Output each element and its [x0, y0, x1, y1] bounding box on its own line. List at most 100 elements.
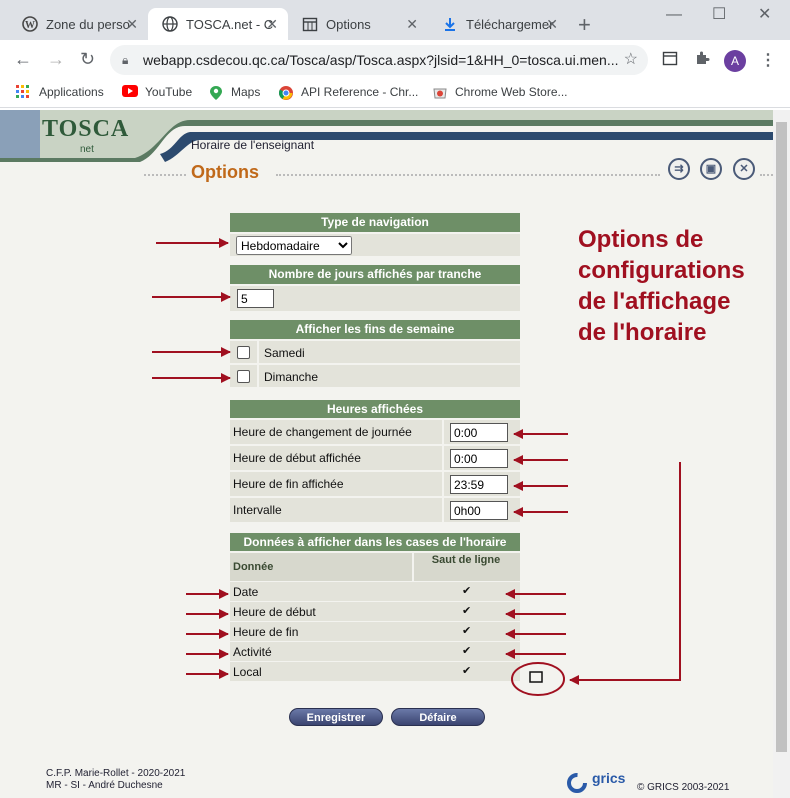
tosca-logo: TOSCA	[42, 116, 130, 142]
column-header-break: Saut de ligne	[431, 554, 501, 566]
new-tab-button[interactable]: +	[578, 12, 591, 38]
checkbox-label: Dimanche	[264, 370, 319, 384]
checkbox-label: Samedi	[264, 346, 305, 360]
weekends-panel: Afficher les fins de semaine Samedi Dima…	[230, 320, 520, 389]
interval-input[interactable]	[450, 501, 508, 520]
bookmark-maps[interactable]: Maps	[208, 85, 260, 100]
nav-type-row: Hebdomadaire	[230, 232, 520, 256]
undo-button[interactable]: Défaire	[391, 708, 485, 726]
bookmark-star-icon[interactable]: ☆	[624, 45, 638, 75]
bookmark-label: YouTube	[145, 85, 193, 99]
hours-label: Heure de changement de journée	[233, 425, 412, 439]
divider	[257, 365, 259, 389]
menu-kebab-icon[interactable]: ⋮	[760, 50, 776, 70]
column-header-data: Donnée	[233, 561, 274, 573]
close-icon[interactable]: ✕	[733, 158, 755, 180]
forward-arrow-icon[interactable]: →	[47, 49, 65, 70]
close-icon[interactable]: ✕	[406, 16, 418, 33]
page-title: Options	[191, 162, 259, 182]
hours-label: Heure de fin affichée	[233, 477, 344, 491]
divider	[276, 174, 660, 176]
tab-wordpress[interactable]: W Zone du perso ✕	[8, 8, 148, 40]
checkmark-icon[interactable]: ✔	[462, 584, 471, 597]
nav-type-select[interactable]: Hebdomadaire	[236, 236, 352, 255]
tab-title: Zone du perso	[46, 16, 130, 32]
panel-heading: Afficher les fins de semaine	[230, 320, 520, 339]
tab-title: TOSCA.net - C	[186, 16, 274, 32]
close-window-icon[interactable]: ✕	[758, 4, 771, 24]
tab-options[interactable]: Options ✕	[288, 8, 428, 40]
weekend-row-saturday: Samedi	[230, 339, 520, 365]
close-icon[interactable]: ✕	[266, 16, 278, 33]
maximize-icon[interactable]: ☐	[712, 4, 726, 24]
grics-brand: grics	[592, 770, 626, 786]
days-row	[230, 284, 520, 311]
sunday-checkbox[interactable]	[237, 370, 250, 383]
checkmark-icon[interactable]: ✔	[462, 644, 471, 657]
table-row: Date ✔	[230, 581, 520, 601]
row-label: Date	[233, 585, 259, 599]
panel-heading: Heures affichées	[230, 400, 520, 418]
bookmark-webstore[interactable]: Chrome Web Store...	[432, 85, 568, 99]
hours-row: Intervalle	[230, 496, 520, 522]
reload-icon[interactable]: ↻	[80, 49, 95, 70]
back-arrow-icon[interactable]: ←	[14, 49, 32, 70]
scrollbar-thumb[interactable]	[776, 122, 787, 752]
hours-row: Heure de début affichée	[230, 444, 520, 470]
panel-heading: Nombre de jours affichés par tranche	[230, 265, 520, 284]
minimize-icon[interactable]: —	[666, 6, 682, 24]
panel-heading: Données à afficher dans les cases de l'h…	[230, 533, 520, 551]
calendar-extension-icon[interactable]	[662, 50, 678, 71]
hours-label: Intervalle	[233, 503, 282, 517]
checkmark-icon[interactable]: ✔	[462, 604, 471, 617]
table-row: Heure de fin ✔	[230, 621, 520, 641]
end-time-input[interactable]	[450, 475, 508, 494]
close-icon[interactable]: ✕	[126, 16, 138, 33]
bookmark-api-reference[interactable]: API Reference - Chr...	[278, 85, 418, 100]
checkmark-icon[interactable]: ✔	[462, 664, 471, 677]
page-content: TOSCA net Horaire de l'enseignant Option…	[0, 110, 773, 798]
day-change-time-input[interactable]	[450, 423, 508, 442]
divider	[442, 446, 444, 470]
tab-title: Téléchargemen	[466, 16, 554, 32]
bookmark-label: Chrome Web Store...	[455, 85, 568, 99]
svg-text:W: W	[25, 20, 35, 31]
checkmark-icon[interactable]: ✔	[462, 624, 471, 637]
saturday-checkbox[interactable]	[237, 346, 250, 359]
row-label: Heure de début	[233, 605, 316, 619]
divider	[144, 174, 186, 176]
nav-type-panel: Type de navigation Hebdomadaire	[230, 213, 520, 256]
history-icon[interactable]: ⇉	[668, 158, 690, 180]
download-icon	[442, 16, 458, 32]
footer-info: C.F.P. Marie-Rollet - 2020-2021 MR - SI …	[46, 768, 185, 792]
save-button[interactable]: Enregistrer	[289, 708, 383, 726]
close-icon[interactable]: ✕	[546, 16, 558, 33]
address-bar[interactable]: 🔒︎ webapp.csdecou.qc.ca/Tosca/asp/Tosca.…	[110, 45, 648, 75]
youtube-icon	[122, 85, 138, 99]
grics-logo-icon	[567, 773, 587, 793]
tab-tosca[interactable]: TOSCA.net - C ✕	[148, 8, 288, 40]
row-label: Activité	[233, 645, 272, 659]
browser-tab-bar: W Zone du perso ✕ TOSCA.net - C ✕ Option…	[0, 0, 790, 40]
url-text: webapp.csdecou.qc.ca/Tosca/asp/Tosca.asp…	[143, 52, 619, 68]
globe-icon	[162, 16, 178, 32]
data-table-header: Donnée Saut de ligne	[230, 551, 520, 581]
hours-panel: Heures affichées Heure de changement de …	[230, 400, 520, 522]
apps-grid-icon	[16, 85, 32, 99]
maps-icon	[208, 85, 224, 100]
avatar[interactable]: A	[724, 50, 746, 72]
bookmark-youtube[interactable]: YouTube	[122, 85, 192, 99]
footer-line: C.F.P. Marie-Rollet - 2020-2021	[46, 768, 186, 779]
annotation-line: de l'horaire	[578, 319, 707, 346]
chrome-icon	[278, 85, 294, 100]
save-disk-icon[interactable]: ▣	[700, 158, 722, 180]
bookmark-applications[interactable]: Applications	[16, 85, 104, 99]
weekend-row-sunday: Dimanche	[230, 363, 520, 389]
tab-downloads[interactable]: Téléchargemen ✕	[428, 8, 568, 40]
start-time-input[interactable]	[450, 449, 508, 468]
browser-toolbar: ← → ↻ 🔒︎ webapp.csdecou.qc.ca/Tosca/asp/…	[0, 40, 790, 78]
tosca-logo-sub: net	[80, 144, 94, 155]
days-input[interactable]	[237, 289, 274, 308]
divider	[257, 341, 259, 365]
extensions-puzzle-icon[interactable]	[694, 50, 710, 71]
